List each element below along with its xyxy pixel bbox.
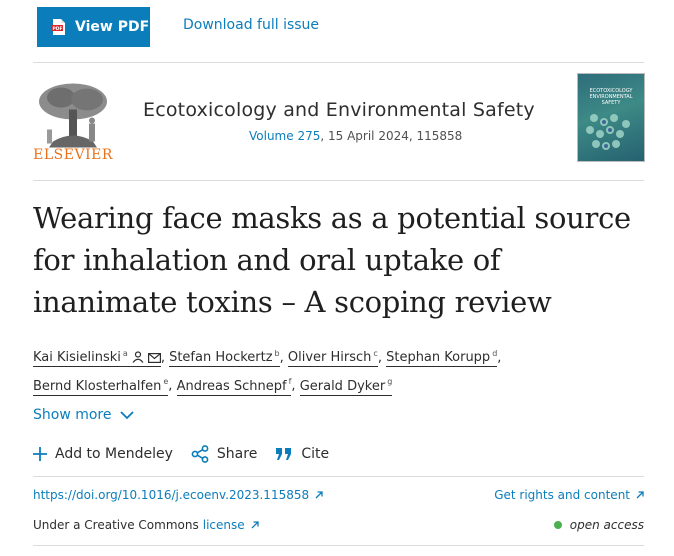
divider: [33, 476, 644, 477]
journal-volume: Volume 275, 15 April 2024, 115858: [249, 129, 462, 143]
author-link[interactable]: Stephan Korupp d: [386, 349, 498, 368]
author-link[interactable]: Gerald Dyker g: [299, 377, 393, 396]
external-link-arrow-icon: [636, 491, 644, 499]
open-access-dot-icon: [553, 521, 562, 529]
cover-title: ECOTOXICOLOGY ENVIRONMENTAL SAFETY: [589, 88, 633, 106]
open-access-badge: open access: [553, 518, 644, 532]
divider: [33, 62, 644, 63]
author-link[interactable]: Stefan Hockertz b: [169, 349, 280, 368]
journal-cover-image[interactable]: ECOTOXICOLOGY ENVIRONMENTAL SAFETY: [577, 73, 645, 162]
cover-graphic: [586, 114, 630, 150]
external-link-arrow-icon: [251, 521, 259, 529]
show-more-button[interactable]: Show more: [33, 407, 134, 423]
volume-date: , 15 April 2024, 115858: [320, 129, 463, 143]
divider: [33, 545, 644, 546]
svg-text:PDF: PDF: [53, 26, 63, 32]
volume-link[interactable]: Volume 275: [249, 129, 320, 143]
plus-icon: [33, 447, 47, 461]
license-line: Under a Creative Commons license: [33, 518, 259, 532]
download-full-issue-link[interactable]: Download full issue: [183, 17, 319, 33]
external-link-arrow-icon: [315, 491, 323, 499]
chevron-down-icon: [119, 410, 134, 419]
cite-label: Cite: [301, 446, 330, 462]
person-icon: [132, 351, 144, 364]
doi-text: https://doi.org/10.1016/j.ecoenv.2023.11…: [33, 488, 310, 502]
share-button[interactable]: Share: [191, 445, 257, 463]
rights-text: Get rights and content: [494, 488, 630, 502]
author-link[interactable]: Andreas Schnepf f: [176, 377, 292, 396]
envelope-icon: [147, 353, 161, 364]
share-icon: [191, 445, 209, 463]
share-label: Share: [216, 446, 258, 462]
pdf-icon: PDF: [51, 19, 65, 35]
cite-button[interactable]: Cite: [275, 446, 329, 462]
quote-icon: [276, 448, 292, 460]
add-to-mendeley-label: Add to Mendeley: [55, 446, 173, 462]
author-link[interactable]: Kai Kisielinski a: [33, 349, 161, 368]
author-link[interactable]: Oliver Hirsch c: [287, 349, 378, 368]
license-link[interactable]: license: [203, 518, 245, 532]
license-prefix: Under a Creative Commons: [33, 518, 199, 532]
add-to-mendeley-button[interactable]: Add to Mendeley: [33, 446, 173, 462]
doi-link[interactable]: https://doi.org/10.1016/j.ecoenv.2023.11…: [33, 488, 323, 502]
view-pdf-label: View PDF: [75, 19, 150, 35]
elsevier-wordmark: ELSEVIER: [33, 147, 113, 163]
view-pdf-button[interactable]: PDF View PDF: [37, 7, 150, 47]
author-list: Kai Kisielinski a, Stefan Hockertz b, Oliv…: [33, 349, 502, 396]
open-access-label: open access: [569, 518, 644, 532]
rights-and-content-link[interactable]: Get rights and content: [494, 488, 644, 502]
show-more-label: Show more: [33, 407, 112, 423]
author-link[interactable]: Bernd Klosterhalfen e: [33, 377, 169, 396]
journal-title[interactable]: Ecotoxicology and Environmental Safety: [143, 99, 535, 121]
article-title: Wearing face masks as a potential source…: [33, 201, 631, 319]
article-actions: Add to Mendeley Share Cite: [33, 445, 347, 463]
divider: [33, 180, 644, 181]
